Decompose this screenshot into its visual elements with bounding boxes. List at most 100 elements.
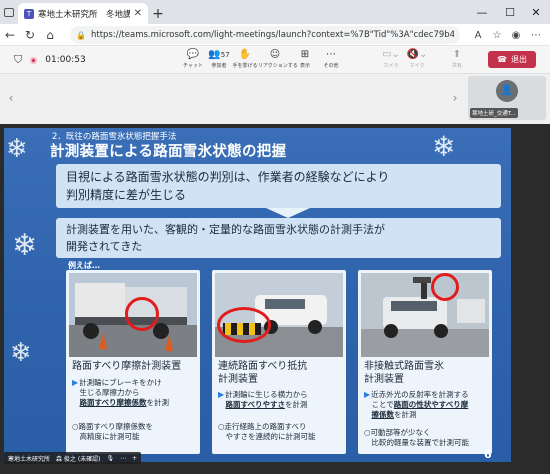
tab-title: 寒地土木研究所 冬地講習会 | M: [38, 9, 130, 20]
chat-label: チャット: [183, 63, 203, 69]
device-description: ▶計測輪に生じる横力から 路面すべりやすさを計測: [218, 390, 344, 410]
camera-button[interactable]: ▭⌄ カメラ: [378, 48, 404, 69]
desc-line: 計測輪にブレーキをかけ: [79, 378, 162, 387]
slide-heading: 計測装置による路面雪氷状態の把握: [50, 144, 287, 160]
more-button[interactable]: ⋯ その他: [318, 48, 344, 69]
home-icon[interactable]: ⌂: [40, 24, 60, 46]
presenter-label: 寒地土木研究所 森 俊之 (未確認) 🎙 ⋯ +: [4, 452, 142, 464]
raise-hand-label: 手を挙げる: [232, 63, 258, 69]
share-icon: ⬆: [452, 49, 462, 60]
camera-label: カメラ: [383, 63, 399, 69]
favorite-icon[interactable]: ☆: [489, 27, 505, 43]
share-label: 共有: [451, 63, 462, 69]
raise-hand-button[interactable]: ✋ 手を挙げる: [232, 48, 258, 69]
more-label: その他: [323, 63, 339, 69]
device-photo: [69, 273, 197, 357]
strip-prev-icon[interactable]: ‹: [4, 88, 18, 108]
device-title: 連続路面すべり抵抗 計測装置: [218, 360, 342, 386]
minimize-button[interactable]: —: [468, 0, 496, 24]
title-line: 計測装置: [218, 374, 258, 385]
mic-muted-icon: 🎙: [106, 454, 115, 462]
share-button[interactable]: ⬆ 共有: [444, 48, 470, 69]
chat-button[interactable]: 💬 チャット: [180, 48, 206, 69]
shield-icon[interactable]: ⛉: [14, 53, 22, 67]
back-icon[interactable]: ←: [0, 24, 20, 46]
desc-line: ことで: [371, 400, 394, 409]
view-button[interactable]: ⊞ 表示: [292, 48, 318, 69]
device-title: 非接触式路面雪氷 計測装置: [364, 360, 488, 386]
mic-button[interactable]: 🔇⌄ マイク: [404, 48, 430, 69]
window-menu-icon[interactable]: [0, 0, 18, 24]
participant-tile[interactable]: 👤 寒地土研_交通T...: [468, 76, 546, 120]
bullet-arrow-icon: ▶: [72, 378, 79, 387]
bullet-arrow-icon: ▶: [364, 390, 371, 399]
profile-icon[interactable]: ◉: [508, 27, 524, 43]
url-text: https://teams.microsoft.com/light-meetin…: [90, 30, 454, 40]
presenter-org: 寒地土木研究所: [8, 455, 51, 463]
device-photo: [361, 273, 489, 357]
lock-icon[interactable]: 🔒: [76, 31, 86, 40]
recording-indicator-icon: [30, 56, 38, 64]
title-line: 計測装置: [364, 374, 404, 385]
reload-icon[interactable]: ↻: [20, 24, 40, 46]
benefit-line: ○路面すべり摩擦係数を: [72, 422, 154, 431]
mic-label: マイク: [409, 63, 425, 69]
browser-tab[interactable]: T 寒地土木研究所 冬地講習会 | M ✕: [18, 3, 148, 24]
device-benefit: ○路面すべり摩擦係数を 高精度に計測可能: [72, 422, 198, 442]
browser-menu-icon[interactable]: ⋯: [528, 27, 544, 43]
url-field[interactable]: 🔒 https://teams.microsoft.com/light-meet…: [70, 26, 460, 44]
meeting-timer: 01:00:53: [45, 55, 86, 65]
address-bar-row: ← ↻ ⌂ 🔒 https://teams.microsoft.com/ligh…: [0, 24, 550, 46]
snowflake-icon: ❄: [6, 134, 28, 164]
highlight-circle: [217, 307, 271, 343]
desc-emphasis: 路面すべり摩擦係数: [79, 398, 147, 407]
conclusion-line: 計測装置を用いた、客観的・定量的な路面雪氷状態の計測手法が: [66, 223, 385, 236]
hand-icon: ✋: [238, 49, 252, 60]
chat-icon: 💬: [186, 49, 200, 60]
mic-icon: 🔇⌄: [406, 49, 428, 60]
desc-line: を計測: [146, 398, 169, 407]
slide-statement-box: 目視による路面雪氷状態の判別は、作業者の経験などにより 判別精度に差が生じる: [56, 164, 501, 208]
desc-emphasis: 擦係数: [371, 410, 395, 419]
add-icon[interactable]: +: [132, 455, 137, 462]
snowflake-icon: ❄: [432, 130, 456, 163]
more-icon: ⋯: [326, 49, 336, 60]
title-line: 連続路面すべり抵抗: [218, 361, 308, 372]
pop-out-icon[interactable]: ⋯: [120, 455, 126, 462]
benefit-line: ○走行経路上の路面すべり: [218, 422, 307, 431]
read-aloud-icon[interactable]: A: [470, 27, 486, 43]
slide-conclusion-box: 計測装置を用いた、客観的・定量的な路面雪氷状態の計測手法が 開発されてきた: [56, 218, 501, 258]
benefit-line: やすさを連続的に計測可能: [218, 432, 316, 441]
desc-emphasis: 路面の性状やすべり摩: [393, 400, 469, 409]
device-description: ▶計測輪にブレーキをかけ 生じる摩擦力から 路面すべり摩擦係数を計測: [72, 378, 198, 408]
maximize-button[interactable]: ☐: [496, 0, 524, 24]
snowflake-icon: ❄: [12, 228, 38, 263]
tab-close-icon[interactable]: ✕: [134, 8, 142, 19]
device-card: 非接触式路面雪氷 計測装置 ▶近赤外光の反射率を計測する ことで路面の性状やすべ…: [358, 270, 492, 454]
strip-next-icon[interactable]: ›: [448, 88, 462, 108]
desc-line: 計測輪に生じる横力から: [225, 390, 308, 399]
bullet-arrow-icon: ▶: [218, 390, 225, 399]
device-title: 路面すべり摩擦計測装置: [72, 361, 182, 372]
view-label: 表示: [299, 63, 310, 69]
desc-line: を計測: [284, 400, 308, 409]
statement-line: 目視による路面雪氷状態の判別は、作業者の経験などにより: [66, 170, 390, 184]
conclusion-line: 開発されてきた: [66, 240, 143, 253]
new-tab-button[interactable]: +: [148, 3, 168, 24]
benefit-line: ○可動部等が少なく: [364, 428, 431, 437]
presentation-slide: ❄ ❄ ❄ ❄ ❄ ❄ 2．既往の路面雪氷状態把握手法 計測装置による路面雪氷状…: [4, 128, 511, 462]
presenter-name: 森 俊之 (未確認): [56, 455, 101, 463]
camera-icon: ▭⌄: [382, 49, 400, 60]
people-button[interactable]: 👥57 参加者: [206, 48, 232, 69]
down-arrow-icon: [266, 208, 310, 218]
leave-button[interactable]: ☎ 退出: [488, 51, 536, 68]
title-line: 非接触式路面雪氷: [364, 361, 444, 372]
participant-count: 57: [220, 51, 230, 59]
window-close-button[interactable]: ✕: [522, 0, 550, 24]
participant-name: 寒地土研_交通T...: [470, 108, 518, 118]
react-button[interactable]: ☺ リアクションする: [258, 48, 298, 69]
toolbar-group-media: ▭⌄ カメラ 🔇⌄ マイク ⬆ 共有: [378, 48, 470, 69]
device-card: 路面すべり摩擦計測装置 ▶計測輪にブレーキをかけ 生じる摩擦力から 路面すべり摩…: [66, 270, 200, 454]
device-description: ▶近赤外光の反射率を計測する ことで路面の性状やすべり摩 擦係数を計測: [364, 390, 490, 420]
slide-page-number: 6: [484, 448, 492, 461]
